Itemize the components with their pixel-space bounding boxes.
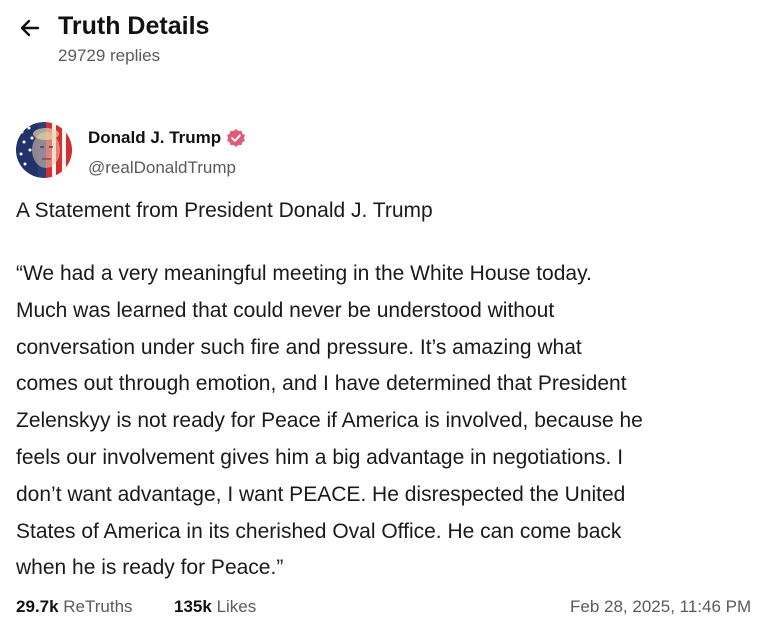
likes-count: 135k [174, 597, 212, 616]
post-body-line: Zelenskyy is not ready for Peace if Amer… [16, 409, 643, 433]
author-name[interactable]: Donald J. Trump [88, 128, 221, 148]
post-body-line: Much was learned that could never be und… [16, 298, 555, 322]
retruths-stat[interactable]: 29.7k ReTruths [16, 597, 133, 617]
post-timestamp: Feb 28, 2025, 11:46 PM [570, 597, 752, 616]
post-body: “We had a very meaningful meeting in the… [16, 256, 768, 587]
post-body-line: States of America in its cherished Oval … [16, 519, 622, 543]
post-body-line: feels our involvement gives him a big ad… [16, 445, 624, 469]
author-handle[interactable]: @realDonaldTrump [88, 158, 236, 178]
retruths-label: ReTruths [63, 597, 133, 616]
avatar[interactable] [16, 122, 72, 178]
post-title: A Statement from President Donald J. Tru… [16, 199, 433, 222]
post-body-line: conversation under such fire and pressur… [16, 335, 582, 359]
likes-stat[interactable]: 135k Likes [174, 597, 256, 617]
post-body-line: when he is ready for Peace.” [16, 556, 284, 580]
post-body-line: “We had a very meaningful meeting in the… [16, 262, 592, 285]
author-block: Donald J. Trump @realDonaldTrump [16, 122, 768, 182]
post-stats: 29.7k ReTruths 135k Likes Feb 28, 2025, … [16, 597, 768, 621]
likes-label: Likes [216, 597, 257, 616]
post-body-line: don’t want advantage, I want PEACE. He d… [16, 482, 626, 506]
arrow-left-icon[interactable] [18, 16, 42, 40]
author-name-row: Donald J. Trump [88, 128, 246, 148]
truth-details-page: Truth Details 29729 replies Donald J. Tr… [0, 0, 768, 628]
post-body-line: comes out through emotion, and I have de… [16, 372, 627, 396]
retruths-count: 29.7k [16, 597, 59, 616]
reply-count[interactable]: 29729 replies [58, 46, 160, 66]
verified-badge-icon [226, 128, 246, 148]
page-title: Truth Details [58, 12, 210, 40]
